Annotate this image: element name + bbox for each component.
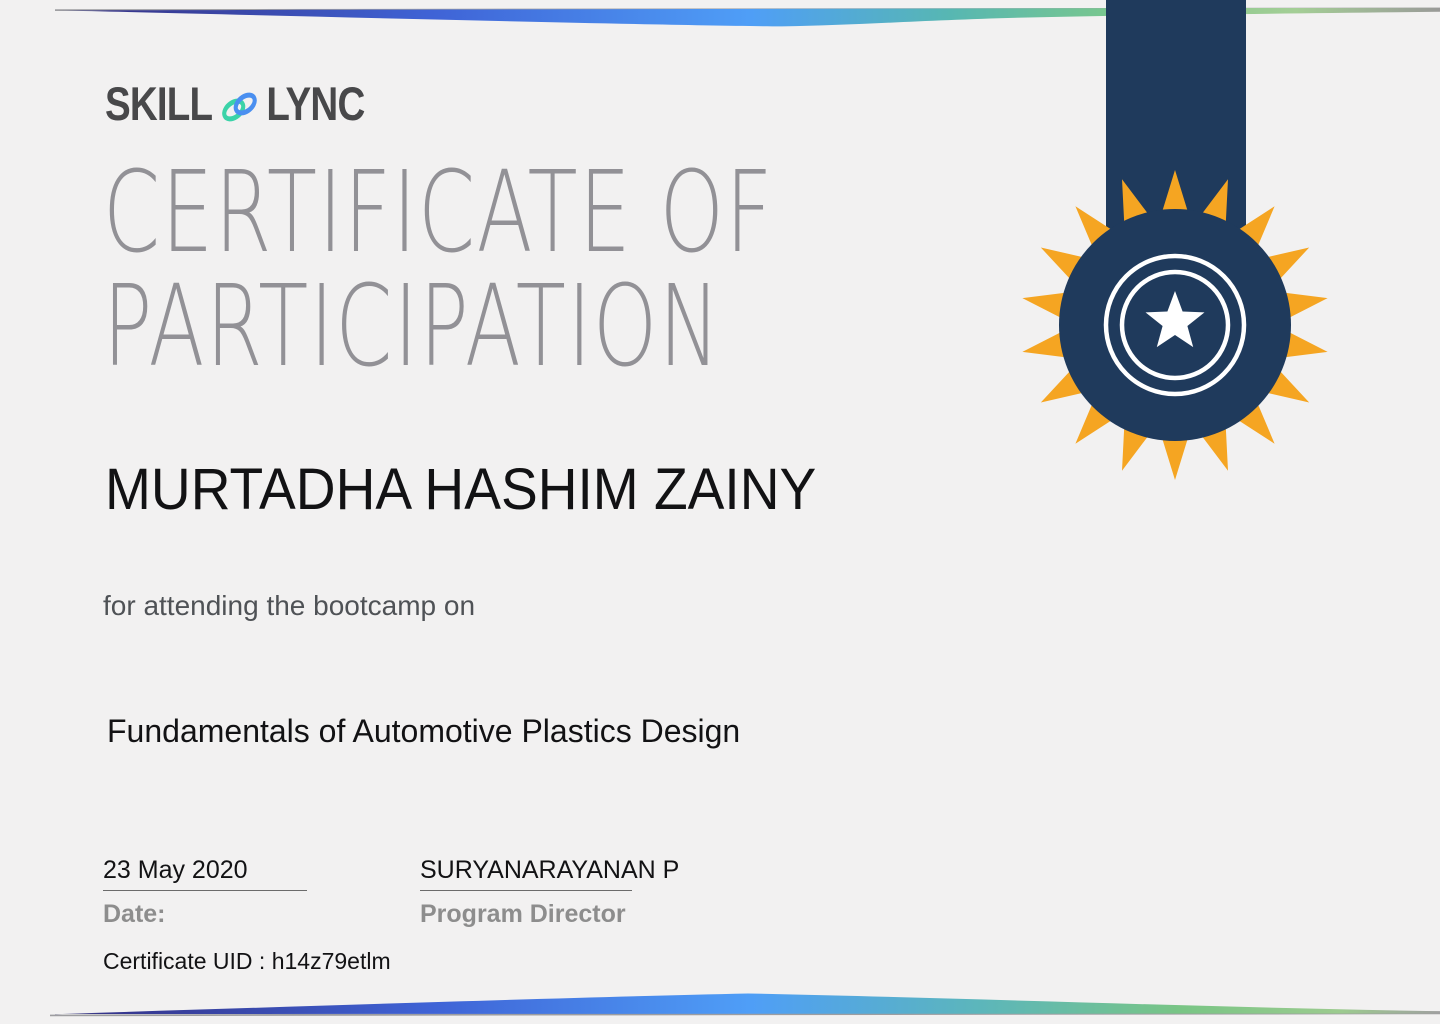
date-value: 23 May 2020 bbox=[103, 856, 307, 891]
signature-row: 23 May 2020 Date: SURYANARAYANAN P Progr… bbox=[103, 856, 679, 929]
brand-logo: SKILL LYNC bbox=[105, 76, 365, 131]
date-label: Date: bbox=[103, 900, 166, 928]
brand-logo-right: LYNC bbox=[266, 77, 365, 130]
bottom-gradient-band bbox=[55, 993, 1440, 1015]
signer-name: SURYANARAYANAN P bbox=[420, 856, 679, 891]
signer-title: Program Director bbox=[420, 900, 626, 928]
certificate-title: CERTIFICATE OF PARTICIPATION bbox=[103, 156, 774, 384]
chain-link-icon bbox=[222, 92, 257, 121]
course-title: Fundamentals of Automotive Plastics Desi… bbox=[107, 713, 741, 749]
certificate-title-line2: PARTICIPATION bbox=[103, 262, 722, 392]
subtitle-text: for attending the bootcamp on bbox=[103, 590, 476, 621]
award-medal bbox=[1022, 0, 1328, 480]
signer-block: SURYANARAYANAN P Program Director bbox=[420, 856, 679, 929]
certificate: SKILL LYNC CERTIFICATE OF PARTICIPATION … bbox=[0, 0, 1440, 1024]
brand-logo-left: SKILL bbox=[105, 77, 213, 130]
date-block: 23 May 2020 Date: bbox=[103, 856, 420, 929]
bottom-border-swoosh bbox=[50, 993, 1440, 1017]
certificate-title-line1: CERTIFICATE OF bbox=[103, 148, 774, 278]
recipient-name: MURTADHA HASHIM ZAINY bbox=[105, 457, 817, 522]
certificate-uid: Certificate UID : h14z79etlm bbox=[103, 948, 391, 974]
